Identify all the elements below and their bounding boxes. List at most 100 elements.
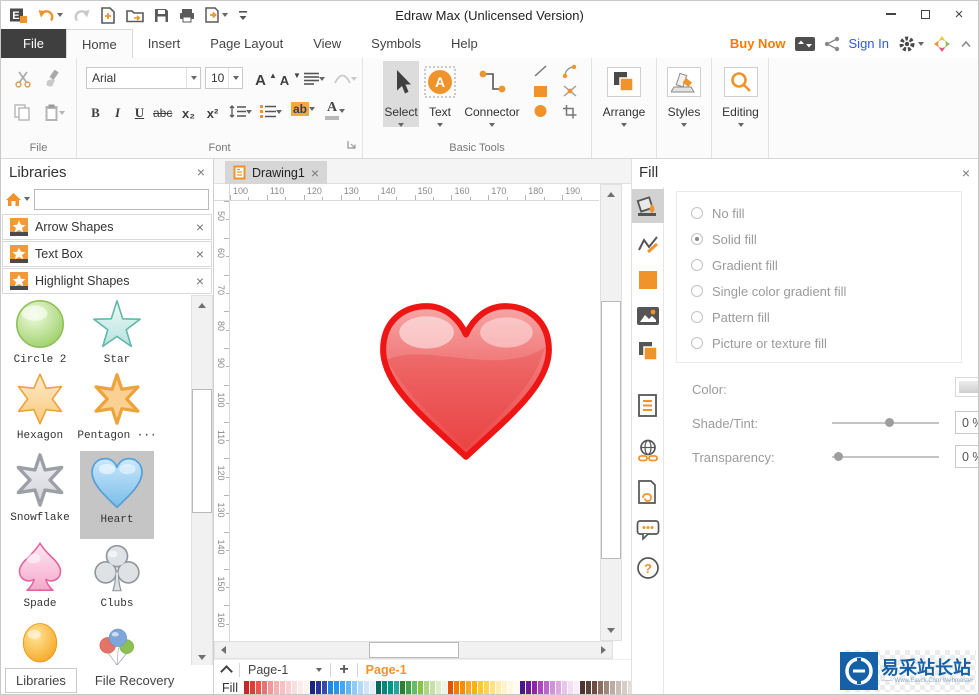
shade-slider-knob[interactable] [885,418,894,427]
maximize-button[interactable] [908,1,942,27]
tab-home[interactable]: Home [66,29,133,58]
option-gradient-fill[interactable]: Gradient fill [691,252,961,278]
strikethrough-button[interactable]: abc [150,100,175,126]
palette-swatch[interactable] [375,681,381,694]
sign-in-link[interactable]: Sign In [849,36,889,51]
align-caret-icon[interactable] [319,76,325,81]
text-caret-icon[interactable] [437,123,443,127]
palette-swatch[interactable] [387,681,393,694]
undo-caret-icon[interactable] [57,13,63,17]
palette-swatch[interactable] [393,681,399,694]
radio-icon[interactable] [691,337,703,349]
arrange-button[interactable]: Arrange [598,61,650,127]
crop-tool-button[interactable] [558,102,582,120]
sidebar-scrollbar-thumb[interactable] [192,389,212,513]
line-spacing-caret-icon[interactable] [246,109,252,114]
palette-swatch[interactable] [591,681,597,694]
new-document-button[interactable] [98,5,119,26]
add-page-button[interactable]: + [339,661,348,678]
align-text-button[interactable] [301,70,328,87]
store-icon[interactable] [794,36,815,52]
palette-swatch[interactable] [573,681,579,694]
document-tab-close-icon[interactable]: × [311,166,319,180]
close-button[interactable]: × [942,1,976,27]
text-highlight-button[interactable]: ab [288,100,318,118]
radio-icon[interactable] [691,207,703,219]
picture-tab-icon[interactable] [632,299,664,333]
palette-swatch[interactable] [351,681,357,694]
palette-swatch[interactable] [327,681,333,694]
palette-swatch[interactable] [243,681,249,694]
canvas-scroll-up-button[interactable] [601,185,621,203]
palette-swatch[interactable] [609,681,615,694]
tab-help[interactable]: Help [436,29,493,58]
palette-swatch[interactable] [399,681,405,694]
shadow-tab-icon[interactable] [632,335,664,369]
shape-circle-2[interactable]: Circle 2 [3,297,77,366]
library-section-text-box[interactable]: Text Box × [2,241,212,267]
radio-icon[interactable] [691,285,703,297]
palette-swatch[interactable] [423,681,429,694]
tab-symbols[interactable]: Symbols [356,29,436,58]
option-pattern-fill[interactable]: Pattern fill [691,304,961,330]
palette-swatch[interactable] [309,681,315,694]
transparency-spinner[interactable]: 0 % [955,445,978,468]
shape-balloons[interactable] [80,621,154,667]
connector-tool-button[interactable]: Connector [461,61,523,127]
palette-swatch[interactable] [279,681,285,694]
shade-slider[interactable] [832,418,939,427]
document-tab-drawing1[interactable]: Drawing1 × [225,161,327,184]
shape-clubs[interactable]: Clubs [80,539,154,610]
page-tab-active[interactable]: Page-1 [366,663,407,677]
section-close-icon[interactable]: × [196,220,204,234]
minimize-button[interactable] [874,1,908,27]
shade-spinner[interactable]: 0 % [955,411,978,434]
collapse-pages-icon[interactable] [220,665,233,678]
underline-button[interactable]: U [128,100,151,126]
bullets-button[interactable] [257,103,285,120]
canvas-scroll-right-button[interactable] [595,642,612,658]
transparency-slider[interactable] [832,452,939,461]
palette-swatch[interactable] [585,681,591,694]
highlight-caret-icon[interactable] [309,107,316,111]
palette-swatch[interactable] [345,681,351,694]
palette-swatch[interactable] [429,681,435,694]
superscript-button[interactable]: x² [201,100,224,126]
shape-heart-selected[interactable]: Heart [80,451,154,539]
palette-swatch[interactable] [471,681,477,694]
comment-tab-icon[interactable] [632,513,664,547]
option-picture-texture-fill[interactable]: Picture or texture fill [691,330,961,356]
tab-insert[interactable]: Insert [133,29,196,58]
shape-pentagon[interactable]: Pentagon ··· [77,371,157,442]
hyperlink-tab-icon[interactable] [632,433,664,467]
palette-swatch[interactable] [363,681,369,694]
buy-now-link[interactable]: Buy Now [730,36,786,51]
font-dialog-launcher[interactable] [347,139,357,153]
paste-button[interactable] [41,102,68,124]
bottom-tab-file-recovery[interactable]: File Recovery [85,669,184,692]
canvas-scroll-down-button[interactable] [601,621,621,640]
color-dropdown[interactable] [955,377,978,397]
shape-star[interactable]: Star [80,297,154,366]
ellipse-tool-button[interactable] [528,102,552,120]
select-tool-button[interactable]: Select [383,61,419,127]
line-tool-button[interactable] [528,62,552,80]
palette-swatch[interactable] [357,681,363,694]
format-painter-button[interactable] [41,68,64,90]
radio-icon[interactable] [691,311,703,323]
palette-swatch[interactable] [597,681,603,694]
libraries-close-icon[interactable]: × [197,165,205,179]
palette-swatch[interactable] [567,681,573,694]
palette-swatch[interactable] [435,681,441,694]
sidebar-scroll-up-button[interactable] [192,296,212,315]
heart-shape[interactable] [370,297,562,469]
palette-swatch[interactable] [273,681,279,694]
palette-swatch[interactable] [405,681,411,694]
redo-button[interactable] [70,6,94,25]
connection-point-tool-button[interactable] [558,82,582,100]
tab-page-layout[interactable]: Page Layout [195,29,298,58]
library-home-button[interactable] [5,192,30,207]
tab-file[interactable]: File [1,29,66,58]
palette-swatch[interactable] [339,681,345,694]
customize-toolbar-button[interactable] [235,7,251,23]
